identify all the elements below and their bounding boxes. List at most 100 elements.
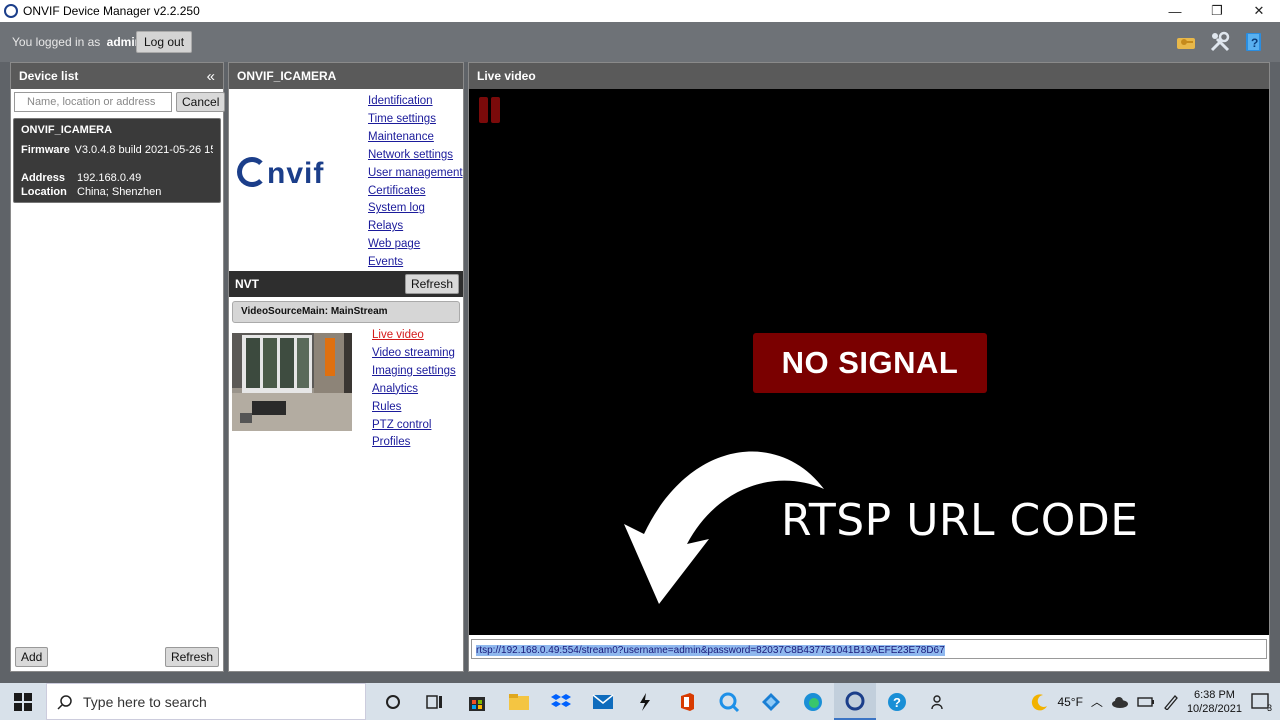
device-search-input[interactable] (14, 92, 172, 112)
clock[interactable]: 6:38 PM 10/28/2021 (1187, 688, 1242, 716)
rtsp-url-text[interactable]: rtsp://192.168.0.49:554/stream0?username… (476, 645, 945, 656)
add-device-button[interactable]: Add (15, 647, 49, 667)
people-icon[interactable] (918, 683, 960, 720)
link-rules[interactable]: Rules (372, 399, 456, 417)
link-video-streaming[interactable]: Video streaming (372, 345, 456, 363)
onvif-logo: nvif (237, 157, 324, 191)
link-time-settings[interactable]: Time settings (368, 111, 463, 129)
onvif-app-icon (4, 4, 18, 18)
nvt-refresh-button[interactable]: Refresh (404, 274, 459, 294)
link-ptz-control[interactable]: PTZ control (372, 417, 456, 435)
mail-icon[interactable] (582, 683, 624, 720)
key-icon[interactable] (1174, 30, 1198, 54)
cortana-icon[interactable] (372, 683, 414, 720)
dropbox-icon[interactable] (540, 683, 582, 720)
device-list-item[interactable]: ONVIF_ICAMERA Firmware V3.0.4.8 build 202… (13, 118, 221, 203)
logout-button[interactable]: Log out (136, 31, 193, 53)
camera-title: ONVIF_ICAMERA (237, 69, 337, 83)
tools-icon[interactable] (1208, 30, 1232, 54)
pen-icon[interactable] (1163, 694, 1179, 710)
link-events[interactable]: Events (368, 254, 463, 272)
onvif-app-icon[interactable] (834, 683, 876, 720)
nvt-header: NVT Refresh (229, 271, 463, 297)
help-icon[interactable]: ? (876, 683, 918, 720)
battery-icon[interactable] (1137, 695, 1155, 709)
link-imaging-settings[interactable]: Imaging settings (372, 363, 456, 381)
link-web-page[interactable]: Web page (368, 236, 463, 254)
clock-date: 10/28/2021 (1186, 702, 1242, 715)
window-titlebar: ONVIF Device Manager v2.2.250 — ❐ ✕ (0, 0, 1280, 22)
link-live-video[interactable]: Live video (372, 327, 456, 345)
address-value: 192.168.0.49 (77, 172, 142, 184)
firmware-value: V3.0.4.8 build 2021-05-26 15: (74, 144, 214, 156)
link-network-settings[interactable]: Network settings (368, 147, 463, 165)
system-tray: 45°F ︿ 6:38 PM 10/28/2021 3 (1031, 683, 1280, 720)
store-icon[interactable] (456, 683, 498, 720)
rtsp-caption: RTSP URL CODE (781, 495, 1139, 546)
restore-button[interactable]: ❐ (1196, 0, 1238, 22)
clock-time: 6:38 PM (1193, 688, 1235, 701)
sketchup-icon[interactable] (624, 683, 666, 720)
vs-code-icon[interactable] (750, 683, 792, 720)
svg-text:?: ? (893, 695, 901, 710)
device-name: ONVIF_ICAMERA (21, 124, 113, 136)
rtsp-url-field[interactable]: rtsp://192.168.0.49:554/stream0?username… (471, 639, 1267, 659)
location-label: Location (21, 186, 67, 198)
stream-selector[interactable]: VideoSourceMain: MainStream (232, 301, 460, 323)
svg-text:?: ? (1251, 36, 1258, 50)
live-video-title: Live video (477, 69, 536, 83)
video-viewport[interactable]: NO SIGNAL RTSP URL CODE (469, 89, 1269, 635)
windows-taskbar: Type here to search ? 45°F ︿ 6:38 PM 10/… (0, 683, 1280, 720)
app-header: You logged in as admin Log out ? (0, 22, 1280, 62)
start-button[interactable] (0, 683, 46, 720)
minimize-button[interactable]: — (1154, 0, 1196, 22)
search-icon (57, 694, 72, 710)
device-list-title: Device list (19, 69, 79, 83)
link-analytics[interactable]: Analytics (372, 381, 456, 399)
window-title: ONVIF Device Manager v2.2.250 (23, 4, 200, 18)
location-value: China; Shenzhen (77, 186, 162, 198)
live-video-panel: Live video NO SIGNAL RTSP URL CODE rtsp:… (468, 62, 1270, 672)
edge-icon[interactable] (792, 683, 834, 720)
login-status: You logged in as admin (12, 35, 142, 49)
nvt-title: NVT (235, 277, 259, 291)
video-thumbnail[interactable] (232, 333, 352, 431)
moon-weather-icon (1032, 693, 1048, 710)
address-label: Address (21, 172, 66, 184)
link-user-management[interactable]: User management (368, 165, 463, 183)
weather-temperature[interactable]: 45°F (1057, 695, 1082, 709)
cloud-icon[interactable] (1111, 695, 1129, 709)
link-identification[interactable]: Identification (368, 93, 463, 111)
link-system-log[interactable]: System log (368, 200, 463, 218)
stream-links: Live video Video streaming Imaging setti… (372, 327, 456, 452)
camera-panel: ONVIF_ICAMERA nvif Identification Time s… (228, 62, 464, 672)
cancel-search-button[interactable]: Cancel (176, 92, 226, 112)
no-signal-banner: NO SIGNAL (753, 333, 987, 393)
link-maintenance[interactable]: Maintenance (368, 129, 463, 147)
notification-count: 3 (1266, 702, 1272, 713)
device-list-panel: Device list « Cancel ONVIF_ICAMERA Firmw… (10, 62, 226, 672)
windows-logo-icon (14, 692, 32, 711)
task-view-icon[interactable] (414, 683, 456, 720)
device-list-header: Device list « (11, 63, 223, 89)
login-prefix: You logged in as (12, 35, 101, 49)
taskbar-search-box[interactable]: Type here to search (46, 683, 366, 720)
file-explorer-icon[interactable] (498, 683, 540, 720)
office-icon[interactable] (666, 683, 708, 720)
link-profiles[interactable]: Profiles (372, 434, 456, 452)
pause-icon[interactable] (479, 97, 501, 123)
firmware-label: Firmware (21, 144, 70, 156)
close-button[interactable]: ✕ (1238, 0, 1280, 22)
refresh-devices-button[interactable]: Refresh (164, 647, 219, 667)
camera-header: ONVIF_ICAMERA (229, 63, 463, 89)
chevron-up-icon[interactable]: ︿ (1091, 693, 1103, 710)
notifications-icon[interactable]: 3 (1250, 691, 1272, 713)
collapse-icon[interactable]: « (207, 68, 215, 85)
link-certificates[interactable]: Certificates (368, 183, 463, 201)
link-relays[interactable]: Relays (368, 218, 463, 236)
live-video-header: Live video (469, 63, 1269, 89)
help-book-icon[interactable]: ? (1242, 30, 1266, 54)
onvif-logo-text: nvif (267, 157, 325, 190)
device-settings-links: Identification Time settings Maintenance… (368, 93, 463, 272)
search-app-icon[interactable] (708, 683, 750, 720)
